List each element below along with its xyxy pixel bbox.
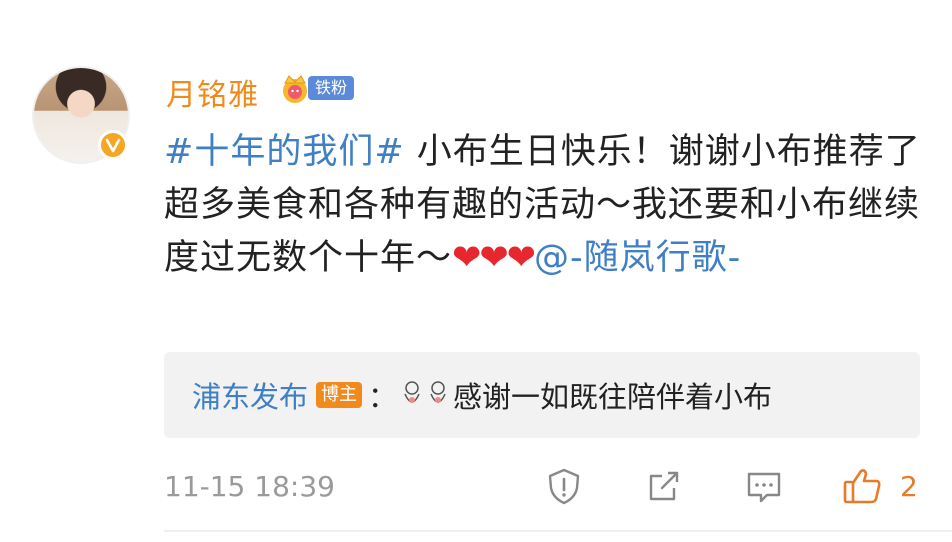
comment-icon (747, 472, 781, 503)
reply-username[interactable]: 浦东发布 (192, 374, 308, 416)
crown-icon (283, 75, 307, 103)
warning-shield-icon (548, 468, 580, 505)
fan-label: 铁粉 (308, 76, 355, 100)
like-button[interactable] (842, 466, 882, 506)
bow-emoji-group (401, 380, 449, 410)
thumbs-up-icon (843, 469, 881, 504)
report-button[interactable] (544, 466, 584, 506)
verified-badge-icon (98, 130, 128, 160)
fan-badge: 铁粉 (278, 70, 355, 106)
share-icon (649, 471, 679, 501)
timestamp: 11-15 18:39 (164, 470, 335, 503)
blogger-tag: 博主 (316, 382, 363, 408)
mention-link[interactable]: @-随岚行歌- (534, 238, 741, 278)
avatar-container[interactable] (32, 66, 130, 164)
divider (164, 530, 952, 532)
hashtag-link[interactable]: #十年的我们# (164, 132, 405, 172)
like-count: 2 (900, 470, 918, 503)
share-button[interactable] (644, 466, 684, 506)
reply-text: 感谢一如既往陪伴着小布 (453, 380, 773, 414)
bow-emoji-icon (430, 381, 446, 403)
reply-box[interactable]: 浦东发布 博主 ： 感谢一如既往陪伴着小布 (164, 352, 920, 438)
hearts-emoji: ❤❤❤ (452, 238, 536, 278)
reply-colon: ： (368, 380, 398, 414)
bow-emoji-icon (404, 381, 420, 403)
username[interactable]: 月铭雅 (166, 70, 259, 114)
post-content: #十年的我们# 小布生日快乐！谢谢小布推荐了超多美食和各种有趣的活动～我还要和小… (164, 126, 924, 285)
comment-button[interactable] (744, 466, 784, 506)
